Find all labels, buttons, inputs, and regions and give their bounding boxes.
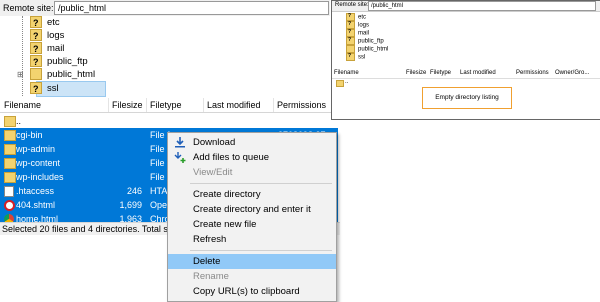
tree-item-logs[interactable]: ? logs — [30, 29, 64, 43]
inset-list-header: Filename Filesize Filetype Last modified… — [332, 69, 600, 79]
folder-unknown-icon: ? — [30, 42, 42, 55]
tree-item-public-html[interactable]: public_html — [30, 68, 95, 82]
context-menu: Download Add files to queue View/Edit Cr… — [167, 132, 337, 302]
file-list-header: Filename Filesize Filetype Last modified… — [0, 98, 338, 113]
row-filename: wp-admin — [16, 144, 56, 154]
download-icon — [175, 137, 185, 148]
inset-tree-item: public_html — [346, 45, 388, 53]
inset-tree-item: ? ssl — [346, 53, 366, 61]
inset-remote-bar: Remote site: /public_html — [332, 1, 600, 12]
row-filesize: 246 — [126, 186, 142, 196]
opera-icon — [4, 200, 15, 211]
col-filename[interactable]: Filename — [4, 100, 41, 110]
menu-create-directory[interactable]: Create directory — [168, 187, 336, 202]
menu-rename[interactable]: Rename — [168, 269, 336, 284]
folder-unknown-icon: ? — [346, 37, 355, 45]
menu-create-new-file[interactable]: Create new file — [168, 217, 336, 232]
folder-icon — [4, 172, 16, 183]
folder-icon — [336, 80, 344, 87]
col-last-modified[interactable]: Last modified — [207, 100, 261, 110]
empty-directory-message: Empty directory listing — [422, 87, 512, 109]
menu-refresh[interactable]: Refresh — [168, 232, 336, 247]
tree-item-ssl[interactable]: ? ssl — [30, 82, 59, 96]
tree-item-etc[interactable]: ? etc — [30, 16, 60, 30]
remote-directory-tree: ? etc ? logs ? mail ? public_ftp ⊞ public_ht… — [0, 16, 330, 97]
col-filesize[interactable]: Filesize — [112, 100, 143, 110]
menu-download[interactable]: Download — [168, 135, 336, 150]
inset-tree-item: ? public_ftp — [346, 37, 384, 45]
col-filetype[interactable]: Filetype — [150, 100, 182, 110]
row-filename: 404.shtml — [16, 200, 56, 210]
inset-path: /public_html — [368, 1, 596, 11]
menu-delete[interactable]: Delete — [168, 254, 336, 269]
inset-up-entry: .. — [345, 79, 349, 85]
folder-unknown-icon: ? — [30, 16, 42, 29]
tree-item-public-ftp[interactable]: ? public_ftp — [30, 55, 88, 69]
add-queue-icon — [174, 152, 186, 163]
table-row[interactable]: .. — [0, 114, 338, 128]
row-filename: .. — [16, 116, 22, 126]
file-icon — [4, 186, 14, 197]
remote-path-input[interactable]: /public_html — [54, 1, 329, 15]
folder-icon — [30, 68, 42, 81]
col-permissions[interactable]: Permissions — [277, 100, 326, 110]
row-filename: .htaccess — [16, 186, 55, 196]
menu-copy-url[interactable]: Copy URL(s) to clipboard — [168, 284, 336, 299]
folder-icon — [4, 144, 16, 155]
row-filename: wp-includes — [16, 172, 64, 182]
inset-screenshot: Remote site: /public_html ? etc ? logs ? ma… — [331, 0, 600, 120]
folder-unknown-icon: ? — [30, 55, 42, 68]
row-filename: wp-content — [16, 158, 61, 168]
folder-icon — [4, 116, 16, 127]
menu-separator — [190, 183, 332, 184]
menu-add-to-queue[interactable]: Add files to queue — [168, 150, 336, 165]
expand-toggle-icon[interactable]: ⊞ — [17, 68, 24, 82]
menu-view-edit[interactable]: View/Edit — [168, 165, 336, 180]
row-filesize: 1,699 — [119, 200, 142, 210]
folder-icon — [4, 130, 16, 141]
folder-unknown-icon: ? — [30, 82, 42, 95]
remote-site-label: Remote site: — [3, 3, 54, 13]
tree-item-mail[interactable]: ? mail — [30, 42, 64, 56]
remote-site-bar: Remote site: /public_html — [0, 0, 330, 17]
menu-create-directory-enter[interactable]: Create directory and enter it — [168, 202, 336, 217]
row-filename: cgi-bin — [16, 130, 43, 140]
menu-separator — [190, 250, 332, 251]
folder-unknown-icon: ? — [346, 53, 355, 61]
folder-icon — [4, 158, 16, 169]
folder-unknown-icon: ? — [30, 29, 42, 42]
